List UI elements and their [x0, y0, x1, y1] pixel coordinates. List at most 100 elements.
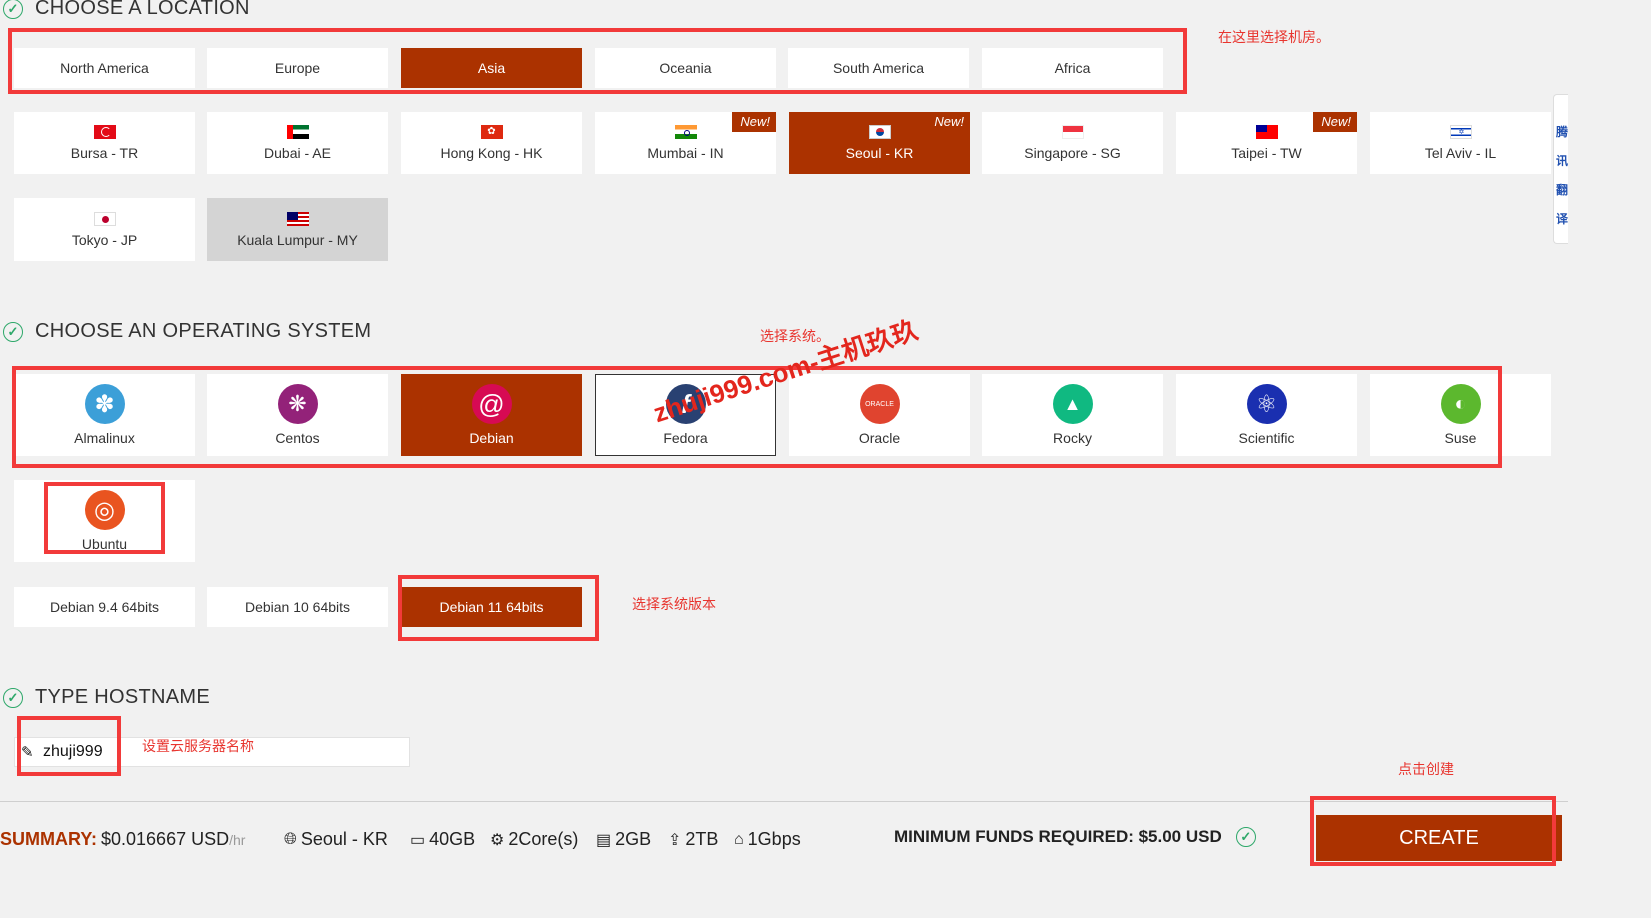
memory-icon: ▤ [596, 831, 612, 849]
location-card-tel-aviv[interactable]: ✡ Tel Aviv - IL [1370, 112, 1551, 174]
os-label: Rocky [1053, 430, 1092, 446]
check-circle-icon: ✓ [3, 321, 23, 342]
hostname-section-header: ✓ TYPE HOSTNAME [0, 686, 210, 709]
version-debian-10[interactable]: Debian 10 64bits [207, 587, 388, 627]
summary-price: SUMMARY: $0.016667 USD /hr [0, 829, 245, 850]
oracle-logo-text: ORACLE [865, 400, 894, 408]
minimum-funds-text: MINIMUM FUNDS REQUIRED: $5.00 USD [894, 827, 1222, 846]
location-label: Hong Kong - HK [440, 145, 543, 161]
flag-kr-icon [868, 125, 891, 139]
flag-sg-icon [1061, 125, 1084, 139]
location-card-seoul[interactable]: New! Seoul - KR [789, 112, 970, 174]
annotation-text-create: 点击创建 [1398, 761, 1454, 777]
os-card-oracle[interactable]: ORACLE Oracle [789, 374, 970, 456]
os-label: Almalinux [74, 430, 135, 446]
version-label: Debian 9.4 64bits [50, 599, 159, 615]
os-label: Fedora [663, 430, 708, 446]
suse-logo-icon: ◐ [1440, 384, 1481, 424]
scientific-logo-icon: ⚛ [1246, 384, 1287, 424]
annotation-text-location: 在这里选择机房。 [1218, 29, 1330, 45]
summary-ram: ▤ 2GB [596, 829, 651, 850]
speed-icon: ⌂ [734, 830, 744, 848]
side-tab-char: 讯 [1555, 154, 1568, 168]
rocky-logo-icon: ▲ [1052, 384, 1093, 424]
annotation-text-version: 选择系统版本 [632, 596, 716, 612]
summary-cpu-value: 2Core(s) [508, 829, 579, 849]
almalinux-logo-icon: ✽ [84, 384, 125, 424]
summary-label: SUMMARY: [0, 829, 97, 849]
hard-drive-icon: ▭ [410, 831, 426, 849]
os-section-header: ✓ CHOOSE AN OPERATING SYSTEM [0, 320, 371, 343]
region-tab-label: Africa [1054, 60, 1091, 76]
centos-logo-icon: ❋ [277, 384, 318, 424]
os-card-rocky[interactable]: ▲ Rocky [982, 374, 1163, 456]
os-card-almalinux[interactable]: ✽ Almalinux [14, 374, 195, 456]
os-label: Suse [1444, 430, 1477, 446]
summary-disk: ▭ 40GB [410, 829, 475, 850]
location-label: Tokyo - JP [71, 231, 138, 248]
os-card-debian[interactable]: @ Debian [401, 374, 582, 456]
location-card-bursa[interactable]: Bursa - TR [14, 112, 195, 174]
check-circle-icon: ✓ [1235, 827, 1256, 847]
os-label: Oracle [858, 430, 901, 446]
os-card-scientific[interactable]: ⚛ Scientific [1176, 374, 1357, 456]
summary-location-value: Seoul - KR [300, 829, 388, 849]
region-tab-oceania[interactable]: Oceania [595, 48, 776, 88]
version-debian-9-4[interactable]: Debian 9.4 64bits [14, 587, 195, 627]
flag-in-icon [674, 125, 697, 139]
summary-ram-value: 2GB [615, 829, 652, 849]
annotation-text-hostname: 设置云服务器名称 [142, 738, 254, 754]
location-section-title: CHOOSE A LOCATION [35, 0, 250, 19]
cpu-icon: ⚙ [490, 831, 505, 849]
flag-tr-icon [93, 125, 116, 139]
summary-price-value: $0.016667 USD [101, 829, 230, 849]
region-tab-south-america[interactable]: South America [788, 48, 969, 88]
summary-bandwidth-value: 1Gbps [747, 829, 801, 849]
flag-il-icon: ✡ [1449, 125, 1472, 139]
version-debian-11[interactable]: Debian 11 64bits [401, 587, 582, 627]
translate-side-tab[interactable]: 腾 讯 翻 译 [1553, 94, 1568, 244]
debian-logo-icon: @ [471, 384, 512, 424]
summary-cpu: ⚙ 2Core(s) [490, 829, 578, 850]
region-tab-europe[interactable]: Europe [207, 48, 388, 88]
location-label: Mumbai - IN [647, 145, 724, 161]
create-button[interactable]: CREATE [1316, 815, 1562, 861]
location-card-taipei[interactable]: New! Taipei - TW [1176, 112, 1357, 174]
summary-transfer-value: 2TB [685, 829, 719, 849]
location-label: Dubai - AE [264, 145, 331, 161]
os-label: Scientific [1238, 430, 1295, 446]
region-tab-africa[interactable]: Africa [982, 48, 1163, 88]
os-card-centos[interactable]: ❋ Centos [207, 374, 388, 456]
side-tab-char: 翻 [1555, 183, 1568, 197]
location-label: Taipei - TW [1231, 145, 1302, 161]
os-card-ubuntu[interactable]: ◎ Ubuntu [14, 480, 195, 562]
os-label: Ubuntu [81, 536, 128, 552]
region-tab-label: Oceania [659, 60, 712, 76]
location-card-kuala-lumpur[interactable]: Kuala Lumpur - MY [207, 198, 388, 261]
region-tab-label: South America [832, 60, 925, 76]
location-card-mumbai[interactable]: New! Mumbai - IN [595, 112, 776, 174]
location-card-dubai[interactable]: Dubai - AE [207, 112, 388, 174]
location-card-hong-kong[interactable]: ✿ Hong Kong - HK [401, 112, 582, 174]
new-badge: New! [732, 112, 776, 132]
summary-disk-value: 40GB [429, 829, 476, 849]
os-label: Centos [275, 430, 320, 446]
flag-my-icon [286, 211, 309, 226]
location-card-tokyo[interactable]: Tokyo - JP [14, 198, 195, 261]
location-section-header: ✓ CHOOSE A LOCATION [0, 0, 250, 20]
summary-price-unit: /hr [229, 831, 246, 848]
version-label: Debian 10 64bits [244, 599, 351, 615]
location-card-singapore[interactable]: Singapore - SG [982, 112, 1163, 174]
region-tab-label: Europe [274, 60, 321, 76]
region-tab-north-america[interactable]: North America [14, 48, 195, 88]
upload-icon: ⇪ [668, 831, 682, 849]
globe-icon: 🌐︎ [284, 830, 297, 848]
summary-transfer: ⇪ 2TB [668, 829, 718, 850]
os-card-suse[interactable]: ◐ Suse [1370, 374, 1551, 456]
region-tab-asia[interactable]: Asia [401, 48, 582, 88]
os-section-title: CHOOSE AN OPERATING SYSTEM [35, 320, 372, 342]
pencil-icon: ✎ [21, 744, 34, 761]
new-badge: New! [926, 112, 970, 132]
region-tab-label: North America [60, 60, 149, 76]
side-tab-char: 译 [1555, 212, 1568, 226]
